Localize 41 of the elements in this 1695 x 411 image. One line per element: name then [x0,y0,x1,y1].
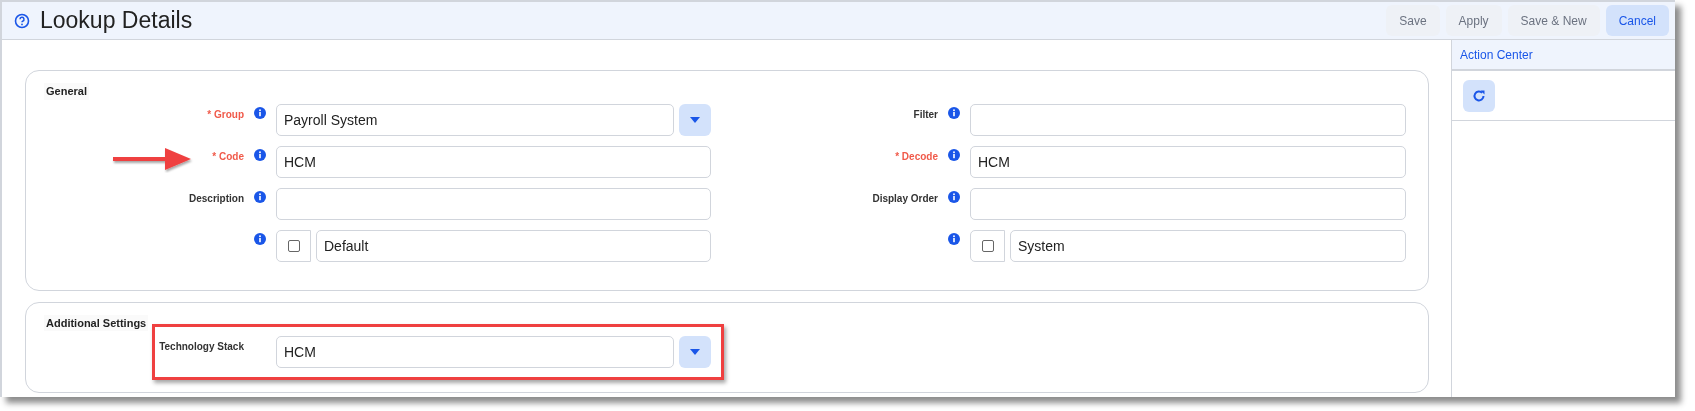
toolbar-button[interactable]: Save & New [1507,5,1600,36]
dropdown-button[interactable] [679,103,711,136]
refresh-button[interactable] [1463,79,1495,112]
info-icon[interactable] [948,106,960,119]
toolbar-button[interactable]: Save [1386,5,1440,36]
info-icon[interactable] [948,190,960,203]
section-title: Additional Settings [44,314,149,331]
dropdown-field[interactable]: Payroll System [276,103,674,136]
checkbox[interactable] [287,239,300,252]
info-icon[interactable] [254,190,266,203]
info-icon[interactable] [948,232,960,245]
caret-icon [690,349,700,355]
field-label: * Decode [895,149,938,164]
field-label: Description [189,191,244,206]
input-field[interactable]: HCM [970,145,1406,178]
section-title: General [44,83,89,100]
checkbox[interactable] [981,239,994,252]
info-icon[interactable] [948,148,960,161]
panel-title: Action Center [1460,46,1533,64]
page-title: Lookup Details [40,6,193,36]
field-label: * Group [207,107,244,122]
dropdown-field[interactable]: HCM [276,336,674,368]
field-label: * Code [212,149,244,164]
field-label: Technology Stack [159,340,244,354]
toolbar-button[interactable]: Cancel [1605,5,1669,36]
info-icon[interactable] [254,106,266,119]
input-field[interactable]: System [1010,229,1406,262]
caret-icon [690,116,700,123]
input-field[interactable] [276,187,711,220]
dropdown-button[interactable] [679,336,711,368]
help-icon[interactable] [14,12,30,29]
input-field[interactable]: Default [316,229,711,262]
toolbar-button[interactable]: Apply [1445,5,1502,36]
input-field[interactable] [970,187,1406,220]
field-label: Filter [913,107,938,122]
info-icon[interactable] [254,232,266,245]
refresh-icon [1472,88,1486,103]
input-field[interactable]: HCM [276,145,711,178]
info-icon[interactable] [254,148,266,161]
input-field[interactable] [970,103,1406,136]
field-label: Display Order [872,191,938,206]
